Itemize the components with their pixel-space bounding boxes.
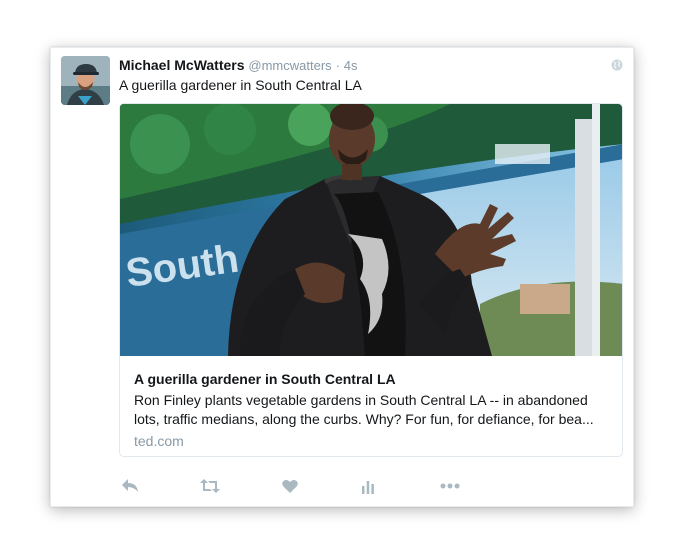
tweet-card[interactable]: Michael McWatters @mmcwatters · 4s A gue… <box>50 47 634 507</box>
tweet-actions <box>119 476 539 496</box>
display-name[interactable]: Michael McWatters <box>119 57 245 73</box>
separator-dot: · <box>335 58 340 73</box>
like-button[interactable] <box>279 476 301 496</box>
like-icon <box>282 479 298 493</box>
card-title[interactable]: A guerilla gardener in South Central LA <box>134 371 396 387</box>
card-description: Ron Finley plants vegetable gardens in S… <box>134 392 594 427</box>
link-card[interactable]: South A guerilla gardener in South Centr… <box>119 103 623 457</box>
more-button[interactable] <box>439 476 461 496</box>
tweet-text: A guerilla gardener in South Central LA <box>119 77 362 93</box>
reply-button[interactable] <box>119 476 141 496</box>
analytics-button[interactable] <box>357 476 379 496</box>
page: Michael McWatters @mmcwatters · 4s A gue… <box>0 0 684 555</box>
card-domain[interactable]: ted.com <box>134 433 184 449</box>
retweet-icon <box>200 479 220 493</box>
avatar-image <box>61 56 110 105</box>
more-icon <box>440 483 460 489</box>
globe-icon <box>611 58 623 71</box>
card-image[interactable]: South <box>120 104 622 356</box>
tweet-header: Michael McWatters @mmcwatters · 4s <box>119 56 358 75</box>
timestamp[interactable]: 4s <box>344 58 358 73</box>
reply-icon <box>122 479 138 492</box>
analytics-icon <box>362 480 374 494</box>
user-handle[interactable]: @mmcwatters <box>248 58 331 73</box>
retweet-button[interactable] <box>199 476 221 496</box>
avatar[interactable] <box>61 56 110 105</box>
